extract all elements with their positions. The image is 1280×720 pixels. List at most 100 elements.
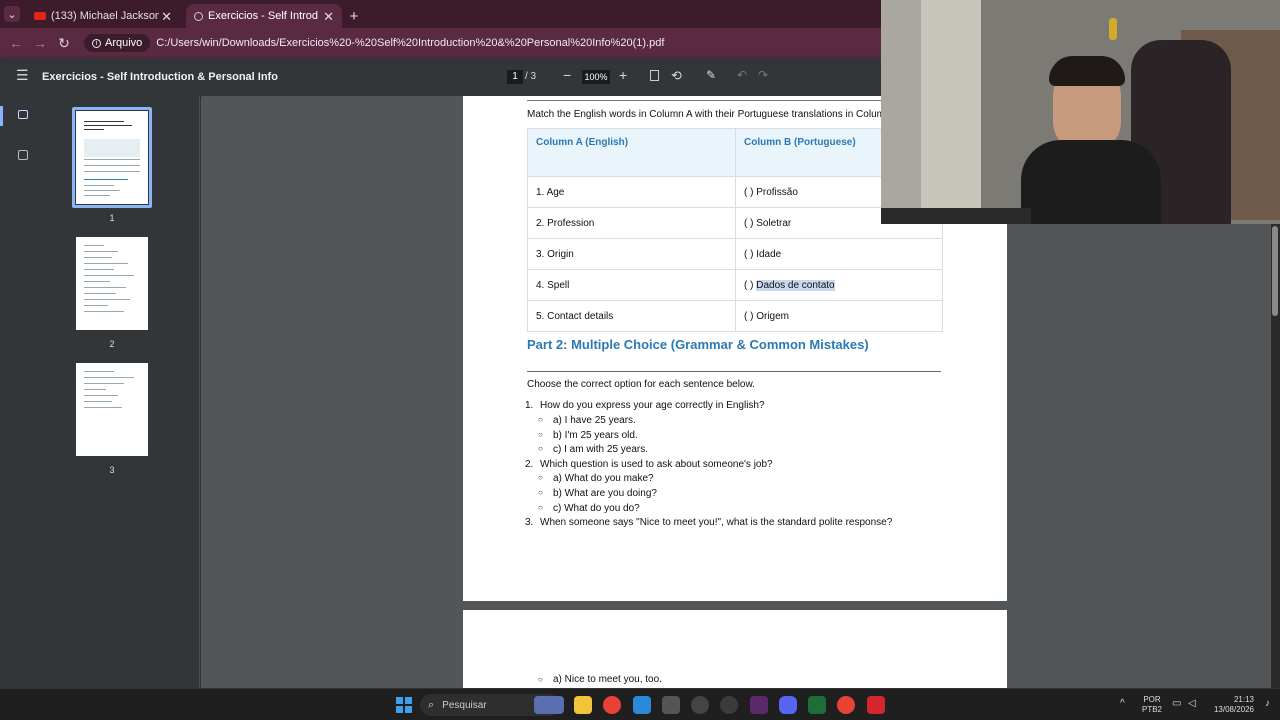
bullet-circle-icon: ○ bbox=[538, 675, 543, 684]
tab-youtube[interactable]: (133) Michael Jackson - Billie Jean ✕ bbox=[26, 4, 180, 28]
windows-start-icon[interactable] bbox=[396, 697, 412, 713]
table-cell: 2. Profession bbox=[527, 207, 736, 239]
site-info-chip[interactable]: i Arquivo bbox=[84, 34, 151, 52]
option: a) What do you make? bbox=[553, 473, 654, 484]
question-text: Which question is used to ask about some… bbox=[540, 459, 773, 470]
reload-icon[interactable]: ↻ bbox=[52, 35, 76, 52]
option: b) What are you doing? bbox=[553, 488, 657, 499]
person-shirt bbox=[1021, 140, 1161, 224]
redo-icon[interactable]: ↷ bbox=[758, 68, 768, 82]
option: a) Nice to meet you, too. bbox=[553, 674, 662, 685]
highlighted-selection[interactable]: ( ) Dados de contato bbox=[744, 279, 835, 291]
trophy bbox=[1109, 18, 1117, 40]
desk bbox=[881, 208, 1031, 224]
table-cell-highlighted[interactable]: ( ) Dados de contato bbox=[735, 269, 943, 301]
clock[interactable]: 21:13 13/08/2026 bbox=[1206, 695, 1254, 715]
zoom-out-icon[interactable]: − bbox=[563, 67, 571, 83]
new-tab-plus-icon[interactable]: + bbox=[344, 4, 364, 28]
thumbnail-sidebar: 1 2 3 bbox=[0, 96, 200, 688]
bullet-circle-icon: ○ bbox=[538, 444, 543, 453]
chrome-icon[interactable] bbox=[603, 696, 621, 714]
zoom-level-input[interactable]: 100% bbox=[582, 70, 610, 84]
question-number: 2. bbox=[525, 459, 534, 470]
match-instruction: Match the English words in Column A with… bbox=[527, 109, 891, 120]
fit-page-icon[interactable] bbox=[650, 70, 659, 81]
selected-text[interactable]: Dados de contato bbox=[756, 279, 835, 291]
question-number: 3. bbox=[525, 517, 534, 528]
pdf-page-2: ○ a) Nice to meet you, too. bbox=[463, 610, 1007, 688]
page-thumbnail-2[interactable] bbox=[76, 237, 148, 330]
table-cell: 4. Spell bbox=[527, 269, 736, 301]
widget-icon[interactable] bbox=[534, 696, 564, 714]
page-thumbnail-1[interactable] bbox=[76, 111, 148, 204]
zoom-in-icon[interactable]: + bbox=[619, 67, 627, 83]
question-text: How do you express your age correctly in… bbox=[540, 400, 765, 411]
clock-date: 13/08/2026 bbox=[1213, 705, 1254, 714]
thumbnail-label: 3 bbox=[109, 465, 115, 475]
total-pages: / 3 bbox=[525, 71, 537, 82]
app-icon[interactable] bbox=[720, 696, 738, 714]
back-arrow-icon[interactable]: ← bbox=[4, 35, 28, 51]
page-number-input[interactable]: 1 bbox=[507, 70, 523, 84]
webcam-overlay bbox=[881, 0, 1280, 224]
undo-icon[interactable]: ↶ bbox=[737, 68, 747, 82]
menu-hamburger-icon[interactable]: ☰ bbox=[16, 67, 29, 84]
table-cell: 1. Age bbox=[527, 176, 736, 208]
option: c) I am with 25 years. bbox=[553, 444, 649, 455]
app-icon[interactable] bbox=[662, 696, 680, 714]
bullet-circle-icon: ○ bbox=[538, 430, 543, 439]
bullet-circle-icon: ○ bbox=[538, 503, 543, 512]
thumbnail-label: 2 bbox=[109, 339, 115, 349]
table-header: Column A (English) bbox=[527, 128, 736, 177]
app-icon[interactable] bbox=[691, 696, 709, 714]
clock-time: 21:13 bbox=[1233, 695, 1254, 704]
chip-label: Arquivo bbox=[105, 37, 143, 49]
pdf-title: Exercicios - Self Introduction & Persona… bbox=[42, 71, 278, 83]
info-icon: i bbox=[92, 38, 101, 48]
app-icon[interactable] bbox=[867, 696, 885, 714]
app-icon[interactable] bbox=[633, 696, 651, 714]
person-hair bbox=[1049, 56, 1125, 86]
discord-icon[interactable] bbox=[779, 696, 797, 714]
search-icon: ⌕ bbox=[428, 698, 435, 711]
table-cell: 5. Contact details bbox=[527, 300, 736, 332]
app-icon[interactable] bbox=[808, 696, 826, 714]
app-icon[interactable] bbox=[750, 696, 768, 714]
table-row: 3. Origin ( ) Idade bbox=[527, 238, 943, 270]
thumbnails-icon[interactable] bbox=[18, 110, 28, 119]
outline-icon[interactable] bbox=[18, 150, 28, 160]
option: c) What do you do? bbox=[553, 503, 640, 514]
url-field[interactable]: C:/Users/win/Downloads/Exercicios%20-%20… bbox=[156, 37, 664, 49]
chrome-icon[interactable] bbox=[837, 696, 855, 714]
close-tab-icon[interactable]: ✕ bbox=[323, 10, 334, 23]
globe-icon bbox=[194, 11, 203, 21]
table-row: 5. Contact details ( ) Origem bbox=[527, 300, 943, 332]
search-placeholder: Pesquisar bbox=[442, 699, 487, 711]
question-text: When someone says "Nice to meet you!", w… bbox=[540, 517, 893, 528]
active-indicator bbox=[0, 106, 3, 126]
rotate-icon[interactable]: ⟲ bbox=[671, 68, 682, 84]
table-cell: 3. Origin bbox=[527, 238, 736, 270]
bullet-circle-icon: ○ bbox=[538, 488, 543, 497]
scrollbar-thumb[interactable] bbox=[1272, 226, 1278, 316]
network-icon[interactable]: ▭ bbox=[1172, 699, 1181, 709]
close-tab-icon[interactable]: ✕ bbox=[161, 10, 172, 23]
tab-pdf[interactable]: Exercicios - Self Introduction & Persona… bbox=[186, 4, 342, 28]
notification-bell-icon[interactable]: ♪ bbox=[1265, 699, 1270, 709]
thumbnail-label: 1 bbox=[109, 213, 115, 223]
file-explorer-icon[interactable] bbox=[574, 696, 592, 714]
option: b) I'm 25 years old. bbox=[553, 430, 638, 441]
lang-bottom: PTB2 bbox=[1141, 705, 1162, 714]
youtube-icon bbox=[34, 12, 46, 20]
page-thumbnail-3[interactable] bbox=[76, 363, 148, 456]
annotate-pen-icon[interactable]: ✎ bbox=[706, 68, 716, 82]
forward-arrow-icon[interactable]: → bbox=[28, 35, 52, 51]
volume-icon[interactable]: ◁ bbox=[1188, 699, 1196, 709]
tab-search-chevron-icon[interactable]: ⌄ bbox=[4, 6, 20, 22]
tray-chevron-icon[interactable]: ^ bbox=[1120, 699, 1125, 709]
language-indicator[interactable]: POR PTB2 bbox=[1140, 695, 1164, 715]
tab-title: Exercicios - Self Introduction & Persona… bbox=[208, 10, 318, 22]
table-cell: ( ) Origem bbox=[735, 300, 943, 332]
lang-top: POR bbox=[1143, 695, 1161, 704]
table-cell: ( ) Idade bbox=[735, 238, 943, 270]
